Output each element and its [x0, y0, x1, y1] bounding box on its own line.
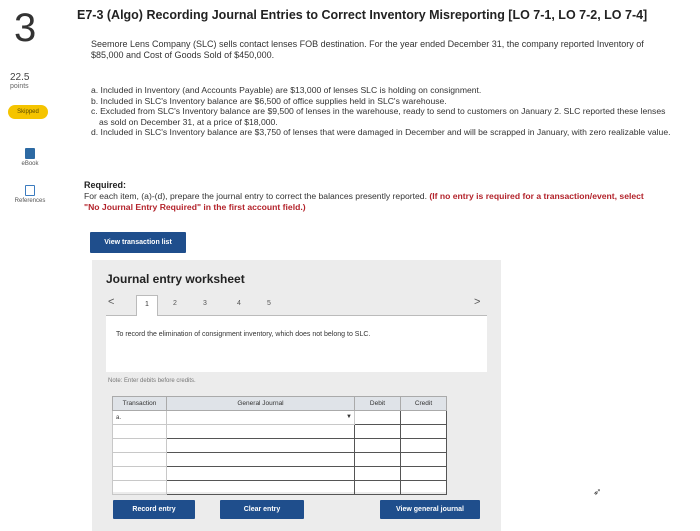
transaction-cell	[112, 424, 167, 439]
dropdown-caret-icon: ▼	[346, 414, 352, 420]
chevron-left-icon[interactable]: <	[108, 296, 114, 308]
transaction-cell	[112, 452, 167, 467]
mouse-cursor-icon: ➶	[593, 487, 602, 498]
table-row	[112, 452, 447, 467]
table-row	[112, 466, 447, 481]
credit-input[interactable]	[400, 438, 447, 453]
account-select[interactable]	[166, 480, 355, 495]
ebook-link[interactable]: eBook	[8, 148, 52, 167]
references-label: References	[14, 198, 46, 204]
question-number: 3	[14, 6, 37, 50]
required-text: For each item, (a)-(d), prepare the jour…	[84, 191, 644, 212]
account-select[interactable]: ▼	[166, 410, 355, 425]
debit-input[interactable]	[354, 424, 401, 439]
list-item: b. Included in SLC's Inventory balance a…	[91, 95, 447, 106]
clear-entry-button[interactable]: Clear entry	[220, 500, 304, 519]
column-header-debit: Debit	[354, 396, 401, 411]
journal-entry-table: Transaction General Journal Debit Credit…	[112, 396, 447, 495]
points-display: 22.5 points	[10, 72, 29, 90]
transaction-cell	[112, 466, 167, 481]
record-entry-button[interactable]: Record entry	[113, 500, 195, 519]
column-header-transaction: Transaction	[112, 396, 167, 411]
credit-input[interactable]	[400, 452, 447, 467]
references-link[interactable]: References	[8, 185, 52, 204]
account-select[interactable]	[166, 466, 355, 481]
entry-description: To record the elimination of consignment…	[116, 331, 371, 338]
tab-4[interactable]: 4	[228, 295, 250, 315]
left-rail: 3 22.5 points Skipped eBook References	[0, 0, 60, 531]
worksheet-title: Journal entry worksheet	[106, 272, 245, 286]
credit-input[interactable]	[400, 424, 447, 439]
status-badge: Skipped	[8, 105, 48, 119]
question-title: E7-3 (Algo) Recording Journal Entries to…	[77, 8, 648, 22]
table-row: a. ▼	[112, 410, 447, 425]
debit-input[interactable]	[354, 410, 401, 425]
view-general-journal-button[interactable]: View general journal	[380, 500, 480, 519]
account-select[interactable]	[166, 424, 355, 439]
points-label: points	[10, 83, 29, 90]
tab-5[interactable]: 5	[258, 295, 280, 315]
ebook-label: eBook	[21, 161, 39, 167]
debit-input[interactable]	[354, 438, 401, 453]
list-item: c. Excluded from SLC's Inventory balance…	[91, 106, 666, 127]
question-intro: Seemore Lens Company (SLC) sells contact…	[91, 39, 644, 60]
tab-3[interactable]: 3	[194, 295, 216, 315]
transaction-cell	[112, 480, 167, 495]
entry-note: Note: Enter debits before credits.	[108, 378, 196, 384]
item-list: a. Included in Inventory (and Accounts P…	[91, 85, 671, 138]
tab-2[interactable]: 2	[164, 295, 186, 315]
account-select[interactable]	[166, 438, 355, 453]
debit-input[interactable]	[354, 466, 401, 481]
required-body: For each item, (a)-(d), prepare the jour…	[84, 191, 427, 201]
view-transaction-list-button[interactable]: View transaction list	[90, 232, 186, 253]
transaction-cell	[112, 438, 167, 453]
column-header-credit: Credit	[400, 396, 447, 411]
document-icon	[25, 185, 35, 196]
list-item: a. Included in Inventory (and Accounts P…	[91, 85, 482, 95]
entry-description-box	[106, 316, 487, 372]
required-heading: Required:	[84, 180, 127, 190]
transaction-cell: a.	[112, 410, 167, 425]
list-item: d. Included in SLC's Inventory balance a…	[91, 127, 671, 137]
chevron-right-icon[interactable]: >	[474, 296, 480, 308]
account-select[interactable]	[166, 452, 355, 467]
column-header-general-journal: General Journal	[166, 396, 355, 411]
debit-input[interactable]	[354, 452, 401, 467]
table-row	[112, 438, 447, 453]
debit-input[interactable]	[354, 480, 401, 495]
book-icon	[25, 148, 35, 159]
points-value: 22.5	[10, 72, 30, 83]
tab-1[interactable]: 1	[136, 295, 158, 317]
credit-input[interactable]	[400, 466, 447, 481]
table-row	[112, 480, 447, 495]
credit-input[interactable]	[400, 410, 447, 425]
table-row	[112, 424, 447, 439]
credit-input[interactable]	[400, 480, 447, 495]
